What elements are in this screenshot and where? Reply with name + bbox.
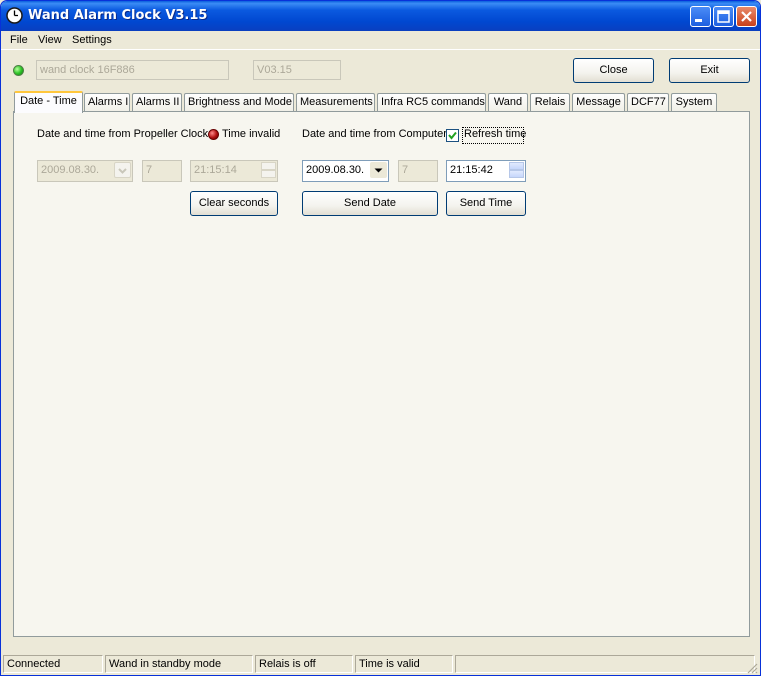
propeller-day-field[interactable]: 7 [142,160,182,182]
time-invalid-led-icon [208,129,219,140]
computer-date-dropdown[interactable] [370,162,387,178]
spin-up-icon[interactable] [509,162,524,170]
menu-settings[interactable]: Settings [72,34,112,46]
connection-led-icon [13,65,24,76]
status-relais: Relais is off [255,655,353,673]
propeller-time-value: 21:15:14 [194,164,237,176]
resize-grip-icon[interactable] [746,662,758,674]
propeller-label: Date and time from Propeller Clock: [37,128,212,140]
maximize-icon [717,10,730,23]
computer-time-spin[interactable] [509,162,524,178]
clear-seconds-button[interactable]: Clear seconds [190,191,278,216]
device-name-field[interactable]: wand clock 16F886 [36,60,229,80]
refresh-time-checkbox[interactable] [446,129,459,142]
status-bar: Connected Wand in standby mode Relais is… [1,652,760,675]
tab-alarms-2[interactable]: Alarms II [132,93,182,112]
computer-date-value: 2009.08.30. [306,164,365,176]
main-window: Wand Alarm Clock V3.15 File View Setting… [0,0,761,676]
status-wand-mode: Wand in standby mode [105,655,253,673]
refresh-time-label[interactable]: Refresh time [464,128,526,140]
checkmark-icon [448,131,457,140]
tab-date-time[interactable]: Date - Time [14,91,83,113]
chevron-down-icon [118,168,127,174]
menu-view[interactable]: View [38,34,62,46]
tab-relais[interactable]: Relais [530,93,570,112]
version-field[interactable]: V03.15 [253,60,341,80]
propeller-date-value: 2009.08.30. [41,164,100,176]
exit-button[interactable]: Exit [669,58,750,83]
spin-up-icon[interactable] [261,162,276,170]
minimize-icon [695,19,702,22]
spin-down-icon[interactable] [261,170,276,178]
computer-day-field[interactable]: 7 [398,160,438,182]
propeller-date-combo[interactable]: 2009.08.30. [37,160,133,182]
tab-measurements[interactable]: Measurements [296,93,375,112]
status-time: Time is valid [355,655,453,673]
computer-label: Date and time from Computer: [302,128,450,140]
tab-infra-rc5[interactable]: Infra RC5 commands [377,93,486,112]
menu-bar: File View Settings [1,31,760,50]
propeller-status: Time invalid [222,128,281,140]
tab-dcf77[interactable]: DCF77 [627,93,669,112]
window-title: Wand Alarm Clock V3.15 [28,8,208,23]
chevron-down-icon [374,168,383,173]
propeller-date-dropdown[interactable] [114,162,131,178]
computer-time-value: 21:15:42 [450,164,493,176]
date-time-panel: Date and time from Propeller Clock: Time… [13,111,750,637]
menu-file[interactable]: File [10,34,28,46]
propeller-time-spinner[interactable]: 21:15:14 [190,160,278,182]
propeller-time-spin[interactable] [261,162,276,178]
close-button[interactable]: Close [573,58,654,83]
close-icon [741,11,752,22]
tab-brightness-mode[interactable]: Brightness and Mode [184,93,294,112]
computer-date-combo[interactable]: 2009.08.30. [302,160,389,182]
tab-wand[interactable]: Wand [488,93,528,112]
title-bar[interactable]: Wand Alarm Clock V3.15 [1,1,760,31]
tab-alarms-1[interactable]: Alarms I [84,93,130,112]
clock-icon [6,7,23,24]
status-connection: Connected [3,655,103,673]
send-time-button[interactable]: Send Time [446,191,526,216]
minimize-button[interactable] [690,6,711,27]
computer-time-spinner[interactable]: 21:15:42 [446,160,526,182]
send-date-button[interactable]: Send Date [302,191,438,216]
spin-down-icon[interactable] [509,170,524,178]
maximize-button[interactable] [713,6,734,27]
tab-message[interactable]: Message [572,93,625,112]
close-window-button[interactable] [736,6,757,27]
status-extra [455,655,755,673]
tab-system[interactable]: System [671,93,717,112]
